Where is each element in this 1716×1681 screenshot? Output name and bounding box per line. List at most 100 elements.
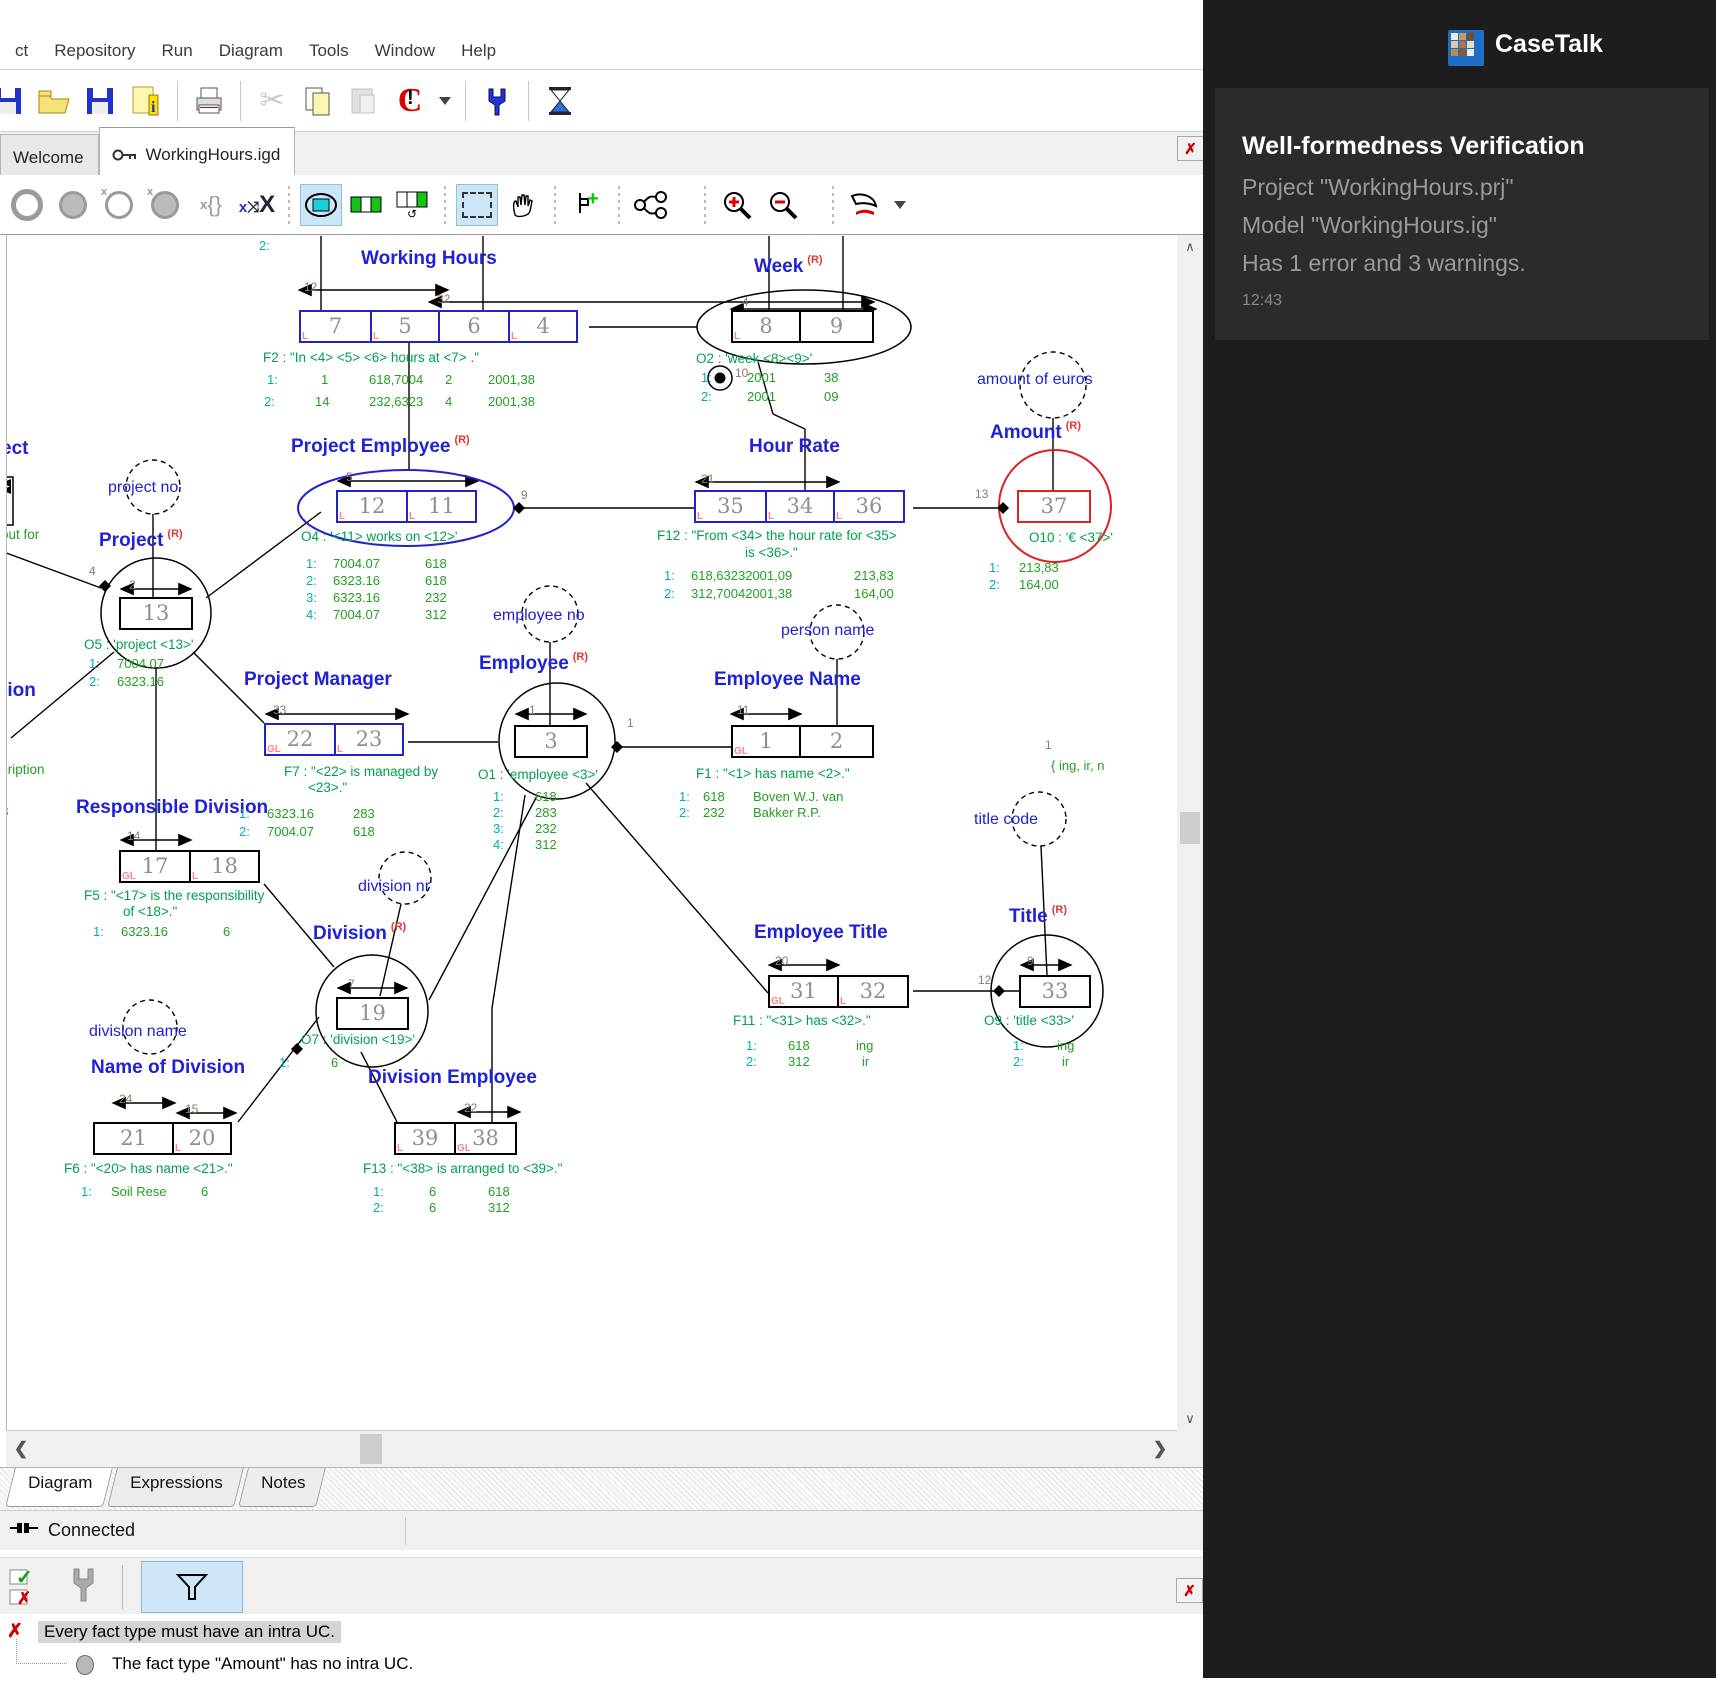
paste-icon[interactable] (344, 81, 384, 121)
fact-role-box-13[interactable]: 13 (119, 597, 193, 630)
show-boxes-view-icon[interactable] (346, 184, 388, 226)
cut-icon[interactable]: ✂ (252, 81, 292, 121)
draw-tool-icon[interactable] (844, 184, 886, 226)
fact-role-box-2[interactable]: 2 (799, 725, 874, 758)
save-icon[interactable] (80, 81, 120, 121)
fact-role-box-8[interactable]: 8L (731, 310, 801, 343)
zoom-in-icon[interactable] (716, 184, 758, 226)
open-folder-icon[interactable] (34, 81, 74, 121)
value-list-tool-icon[interactable]: x{} (190, 184, 232, 226)
fact-role-box-6[interactable]: 6 (438, 310, 510, 343)
select-tool-icon[interactable] (456, 184, 498, 226)
row-index: 2: (701, 389, 712, 404)
scroll-down-icon[interactable]: ∨ (1177, 1407, 1203, 1431)
fact-role-box-7[interactable]: 7L (299, 310, 372, 343)
tab-workinghoursigd[interactable]: WorkingHours.igd (99, 127, 296, 175)
fact-role-box-36[interactable]: 36L (833, 490, 905, 523)
exclusion-tool-icon[interactable]: x⤨X (236, 184, 278, 226)
fact-role-box-9[interactable]: 9 (799, 310, 874, 343)
fact-role-box-4[interactable]: 4L (508, 310, 578, 343)
show-ellipse-view-icon[interactable] (300, 184, 342, 226)
fact-role-box-17[interactable]: 17GL (119, 850, 191, 883)
fact-role-box-38[interactable]: 38GL (454, 1122, 517, 1155)
fact-role-box-20[interactable]: 20L (172, 1122, 232, 1155)
uniqueness-tool-icon[interactable] (52, 184, 94, 226)
message-text[interactable]: The fact type "Amount" has no intra UC. (112, 1654, 413, 1674)
total-uniqueness-tool-icon[interactable] (6, 184, 48, 226)
tools-wrench-icon[interactable] (477, 81, 517, 121)
v-scrollbar[interactable]: ∧ ∨ (1177, 235, 1203, 1467)
v-scroll-thumb[interactable] (1180, 812, 1200, 844)
tab-welcome[interactable]: Welcome (0, 134, 99, 175)
fact-role-box-18[interactable]: 18L (189, 850, 260, 883)
connect-tool-icon[interactable] (630, 184, 672, 226)
role-number: 37 (1041, 494, 1068, 518)
menu-item-ct[interactable]: ct (2, 39, 41, 63)
hourglass-icon[interactable] (540, 81, 580, 121)
fact-role-box-35[interactable]: 35L (694, 490, 767, 523)
zoom-out-icon[interactable] (762, 184, 804, 226)
row-index: 2: (373, 1200, 384, 1215)
fact-role-box-32[interactable]: 32L (837, 975, 909, 1008)
close-messages-icon[interactable]: ✗ (1176, 1578, 1203, 1603)
svg-text:↺: ↺ (407, 207, 417, 219)
draw-dropdown-icon[interactable] (890, 184, 910, 226)
pan-hand-icon[interactable] (502, 184, 544, 226)
fact-role-box-19[interactable]: 19 (336, 997, 409, 1030)
row-index: 3: (306, 590, 317, 605)
menu-item-window[interactable]: Window (362, 39, 448, 63)
message-row[interactable]: ✗Every fact type must have an intra UC. (0, 1618, 1200, 1648)
copy-icon[interactable] (298, 81, 338, 121)
verify-icon[interactable]: C! (390, 81, 430, 121)
menu-item-tools[interactable]: Tools (296, 39, 362, 63)
value-uniqueness-tool-icon[interactable]: x (98, 184, 140, 226)
scroll-right-icon[interactable]: ❯ (1149, 1437, 1171, 1461)
filter-button[interactable] (141, 1561, 243, 1613)
fact-role-box-31[interactable]: 31GL (768, 975, 839, 1008)
fact-type-title: Week(R) (754, 254, 823, 278)
diagram-canvas[interactable]: 7L5L64L8L912L11L35L34L36L371331GL222GL23… (6, 235, 1178, 1430)
notification-card[interactable]: Well-formedness Verification Project "Wo… (1215, 88, 1709, 340)
fact-role-box-1[interactable]: 1GL (731, 725, 801, 758)
verify-results-icon[interactable]: ✓✗ (8, 1564, 52, 1610)
menu-item-repository[interactable]: Repository (41, 39, 148, 63)
scroll-up-icon[interactable]: ∧ (1177, 235, 1203, 259)
rotate-boxes-view-icon[interactable]: ↺ (392, 184, 434, 226)
message-row[interactable]: The fact type "Amount" has no intra UC. (0, 1651, 1200, 1681)
settings-wrench-icon[interactable] (66, 1565, 100, 1608)
view-tab-diagram[interactable]: Diagram (5, 1468, 113, 1507)
view-tab-notes[interactable]: Notes (238, 1468, 326, 1507)
h-scroll-thumb[interactable] (360, 1434, 382, 1464)
h-scrollbar[interactable]: ❮ ❯ (6, 1430, 1177, 1468)
role-number: 7 (329, 314, 342, 338)
fact-role-box-37[interactable]: 37 (1017, 490, 1091, 523)
menu-item-help[interactable]: Help (448, 39, 509, 63)
close-document-icon[interactable]: ✗ (1177, 136, 1204, 161)
message-text[interactable]: Every fact type must have an intra UC. (38, 1621, 341, 1643)
menu-item-diagram[interactable]: Diagram (206, 39, 296, 63)
fact-role-box-3[interactable]: 3 (514, 725, 588, 758)
constraint-number: 1 (627, 716, 634, 730)
print-icon[interactable] (189, 81, 229, 121)
fact-role-box-33[interactable]: 33 (1019, 975, 1091, 1008)
view-tab-expressions[interactable]: Expressions (107, 1468, 243, 1507)
constraint-number: 1 (1045, 738, 1052, 752)
fact-role-box-34[interactable]: 34L (765, 490, 835, 523)
fact-expression: F5 : "<17> is the responsibility (84, 888, 264, 903)
fact-role-box-39[interactable]: 39L (394, 1122, 456, 1155)
save-all-icon[interactable] (0, 81, 28, 121)
menu-item-run[interactable]: Run (149, 39, 206, 63)
value-total-tool-icon[interactable]: x (144, 184, 186, 226)
row-value: 6 (429, 1184, 436, 1199)
role-number: 5 (398, 314, 411, 338)
fact-role-box-12[interactable]: 12L (336, 490, 408, 523)
verify-dropdown-icon[interactable] (436, 81, 454, 121)
fact-role-box-22[interactable]: 22GL (264, 723, 336, 756)
scroll-left-icon[interactable]: ❮ (10, 1437, 32, 1461)
fact-role-box-21[interactable]: 21 (93, 1122, 174, 1155)
fact-role-box-5[interactable]: 5L (370, 310, 440, 343)
add-node-tool-icon[interactable]: + (566, 184, 608, 226)
model-info-icon[interactable]: i (126, 81, 166, 121)
fact-role-box-11[interactable]: 11L (406, 490, 477, 523)
fact-role-box-23[interactable]: 23L (334, 723, 404, 756)
